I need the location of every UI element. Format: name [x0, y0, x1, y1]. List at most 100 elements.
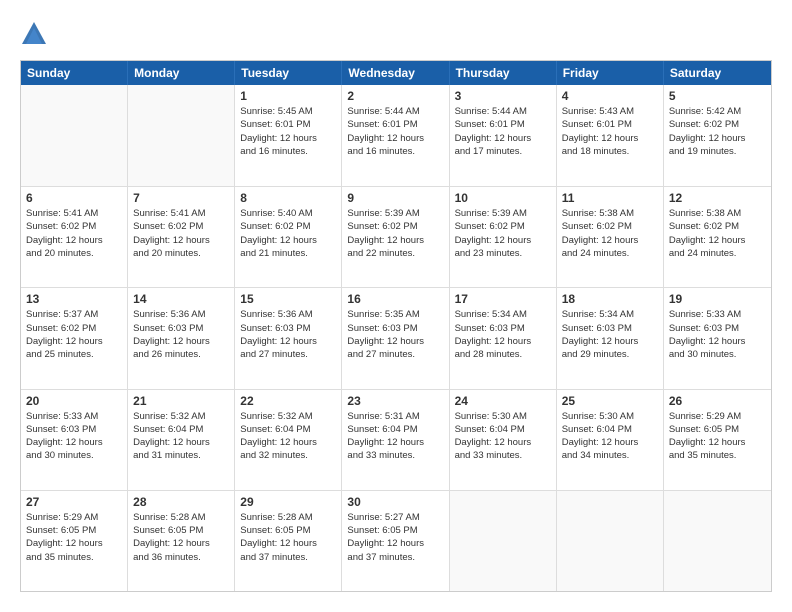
cell-info: Sunrise: 5:41 AM Sunset: 6:02 PM Dayligh… [133, 207, 229, 260]
calendar-body: 1 Sunrise: 5:45 AM Sunset: 6:01 PM Daylig… [21, 85, 771, 591]
calendar-cell: 18 Sunrise: 5:34 AM Sunset: 6:03 PM Dayli… [557, 288, 664, 388]
day-number: 5 [669, 89, 766, 103]
calendar-cell: 7 Sunrise: 5:41 AM Sunset: 6:02 PM Daylig… [128, 187, 235, 287]
header-day-monday: Monday [128, 61, 235, 85]
calendar-cell: 9 Sunrise: 5:39 AM Sunset: 6:02 PM Daylig… [342, 187, 449, 287]
calendar-cell: 25 Sunrise: 5:30 AM Sunset: 6:04 PM Dayli… [557, 390, 664, 490]
calendar-cell: 14 Sunrise: 5:36 AM Sunset: 6:03 PM Dayli… [128, 288, 235, 388]
cell-info: Sunrise: 5:44 AM Sunset: 6:01 PM Dayligh… [455, 105, 551, 158]
day-number: 21 [133, 394, 229, 408]
header-day-wednesday: Wednesday [342, 61, 449, 85]
day-number: 30 [347, 495, 443, 509]
page: SundayMondayTuesdayWednesdayThursdayFrid… [0, 0, 792, 612]
calendar-cell: 10 Sunrise: 5:39 AM Sunset: 6:02 PM Dayli… [450, 187, 557, 287]
header-day-friday: Friday [557, 61, 664, 85]
calendar-cell: 21 Sunrise: 5:32 AM Sunset: 6:04 PM Dayli… [128, 390, 235, 490]
header-day-tuesday: Tuesday [235, 61, 342, 85]
calendar-week-4: 20 Sunrise: 5:33 AM Sunset: 6:03 PM Dayli… [21, 389, 771, 490]
calendar-cell: 27 Sunrise: 5:29 AM Sunset: 6:05 PM Dayli… [21, 491, 128, 591]
cell-info: Sunrise: 5:29 AM Sunset: 6:05 PM Dayligh… [26, 511, 122, 564]
day-number: 18 [562, 292, 658, 306]
day-number: 4 [562, 89, 658, 103]
cell-info: Sunrise: 5:27 AM Sunset: 6:05 PM Dayligh… [347, 511, 443, 564]
calendar-cell: 29 Sunrise: 5:28 AM Sunset: 6:05 PM Dayli… [235, 491, 342, 591]
header-day-saturday: Saturday [664, 61, 771, 85]
calendar: SundayMondayTuesdayWednesdayThursdayFrid… [20, 60, 772, 592]
cell-info: Sunrise: 5:41 AM Sunset: 6:02 PM Dayligh… [26, 207, 122, 260]
cell-info: Sunrise: 5:28 AM Sunset: 6:05 PM Dayligh… [240, 511, 336, 564]
calendar-cell: 26 Sunrise: 5:29 AM Sunset: 6:05 PM Dayli… [664, 390, 771, 490]
cell-info: Sunrise: 5:37 AM Sunset: 6:02 PM Dayligh… [26, 308, 122, 361]
day-number: 25 [562, 394, 658, 408]
day-number: 6 [26, 191, 122, 205]
day-number: 7 [133, 191, 229, 205]
calendar-cell [21, 85, 128, 186]
cell-info: Sunrise: 5:42 AM Sunset: 6:02 PM Dayligh… [669, 105, 766, 158]
cell-info: Sunrise: 5:33 AM Sunset: 6:03 PM Dayligh… [669, 308, 766, 361]
calendar-cell: 16Sunrise: 5:35 AM Sunset: 6:03 PM Dayli… [342, 288, 449, 388]
calendar-cell: 30 Sunrise: 5:27 AM Sunset: 6:05 PM Dayli… [342, 491, 449, 591]
calendar-cell: 5 Sunrise: 5:42 AM Sunset: 6:02 PM Daylig… [664, 85, 771, 186]
cell-info: Sunrise: 5:38 AM Sunset: 6:02 PM Dayligh… [562, 207, 658, 260]
cell-info: Sunrise: 5:34 AM Sunset: 6:03 PM Dayligh… [455, 308, 551, 361]
cell-info: Sunrise: 5:44 AM Sunset: 6:01 PM Dayligh… [347, 105, 443, 158]
calendar-cell: 15 Sunrise: 5:36 AM Sunset: 6:03 PM Dayli… [235, 288, 342, 388]
calendar-cell: 20 Sunrise: 5:33 AM Sunset: 6:03 PM Dayli… [21, 390, 128, 490]
day-number: 15 [240, 292, 336, 306]
calendar-cell: 17 Sunrise: 5:34 AM Sunset: 6:03 PM Dayli… [450, 288, 557, 388]
cell-info: Sunrise: 5:34 AM Sunset: 6:03 PM Dayligh… [562, 308, 658, 361]
day-number: 11 [562, 191, 658, 205]
calendar-cell: 22Sunrise: 5:32 AM Sunset: 6:04 PM Dayli… [235, 390, 342, 490]
day-number: 17 [455, 292, 551, 306]
cell-info: Sunrise: 5:30 AM Sunset: 6:04 PM Dayligh… [562, 410, 658, 463]
day-number: 9 [347, 191, 443, 205]
day-number: 3 [455, 89, 551, 103]
cell-info: Sunrise: 5:32 AM Sunset: 6:04 PM Dayligh… [133, 410, 229, 463]
logo-icon [20, 20, 48, 48]
cell-info: Sunrise: 5:40 AM Sunset: 6:02 PM Dayligh… [240, 207, 336, 260]
day-number: 13 [26, 292, 122, 306]
day-number: 2 [347, 89, 443, 103]
day-number: 1 [240, 89, 336, 103]
cell-info: Sunrise: 5:31 AM Sunset: 6:04 PM Dayligh… [347, 410, 443, 463]
logo [20, 20, 52, 48]
calendar-cell: 12 Sunrise: 5:38 AM Sunset: 6:02 PM Dayli… [664, 187, 771, 287]
day-number: 20 [26, 394, 122, 408]
calendar-cell: 3 Sunrise: 5:44 AM Sunset: 6:01 PM Daylig… [450, 85, 557, 186]
cell-info: Sunrise: 5:36 AM Sunset: 6:03 PM Dayligh… [240, 308, 336, 361]
cell-info: Sunrise: 5:38 AM Sunset: 6:02 PM Dayligh… [669, 207, 766, 260]
day-number: 29 [240, 495, 336, 509]
calendar-cell: 11 Sunrise: 5:38 AM Sunset: 6:02 PM Dayli… [557, 187, 664, 287]
day-number: 12 [669, 191, 766, 205]
cell-info: Sunrise: 5:29 AM Sunset: 6:05 PM Dayligh… [669, 410, 766, 463]
calendar-cell: 28Sunrise: 5:28 AM Sunset: 6:05 PM Dayli… [128, 491, 235, 591]
calendar-cell [664, 491, 771, 591]
day-number: 10 [455, 191, 551, 205]
calendar-header: SundayMondayTuesdayWednesdayThursdayFrid… [21, 61, 771, 85]
calendar-cell: 23Sunrise: 5:31 AM Sunset: 6:04 PM Dayli… [342, 390, 449, 490]
day-number: 24 [455, 394, 551, 408]
header-day-sunday: Sunday [21, 61, 128, 85]
cell-info: Sunrise: 5:39 AM Sunset: 6:02 PM Dayligh… [455, 207, 551, 260]
day-number: 19 [669, 292, 766, 306]
calendar-cell: 19 Sunrise: 5:33 AM Sunset: 6:03 PM Dayli… [664, 288, 771, 388]
cell-info: Sunrise: 5:36 AM Sunset: 6:03 PM Dayligh… [133, 308, 229, 361]
cell-info: Sunrise: 5:39 AM Sunset: 6:02 PM Dayligh… [347, 207, 443, 260]
calendar-cell [450, 491, 557, 591]
calendar-cell: 24Sunrise: 5:30 AM Sunset: 6:04 PM Dayli… [450, 390, 557, 490]
day-number: 26 [669, 394, 766, 408]
calendar-cell: 4 Sunrise: 5:43 AM Sunset: 6:01 PM Daylig… [557, 85, 664, 186]
cell-info: Sunrise: 5:45 AM Sunset: 6:01 PM Dayligh… [240, 105, 336, 158]
calendar-cell: 1 Sunrise: 5:45 AM Sunset: 6:01 PM Daylig… [235, 85, 342, 186]
day-number: 16 [347, 292, 443, 306]
cell-info: Sunrise: 5:33 AM Sunset: 6:03 PM Dayligh… [26, 410, 122, 463]
calendar-cell [128, 85, 235, 186]
day-number: 14 [133, 292, 229, 306]
day-number: 8 [240, 191, 336, 205]
cell-info: Sunrise: 5:28 AM Sunset: 6:05 PM Dayligh… [133, 511, 229, 564]
header [20, 20, 772, 48]
cell-info: Sunrise: 5:43 AM Sunset: 6:01 PM Dayligh… [562, 105, 658, 158]
day-number: 27 [26, 495, 122, 509]
calendar-week-3: 13 Sunrise: 5:37 AM Sunset: 6:02 PM Dayli… [21, 287, 771, 388]
calendar-cell: 8 Sunrise: 5:40 AM Sunset: 6:02 PM Daylig… [235, 187, 342, 287]
